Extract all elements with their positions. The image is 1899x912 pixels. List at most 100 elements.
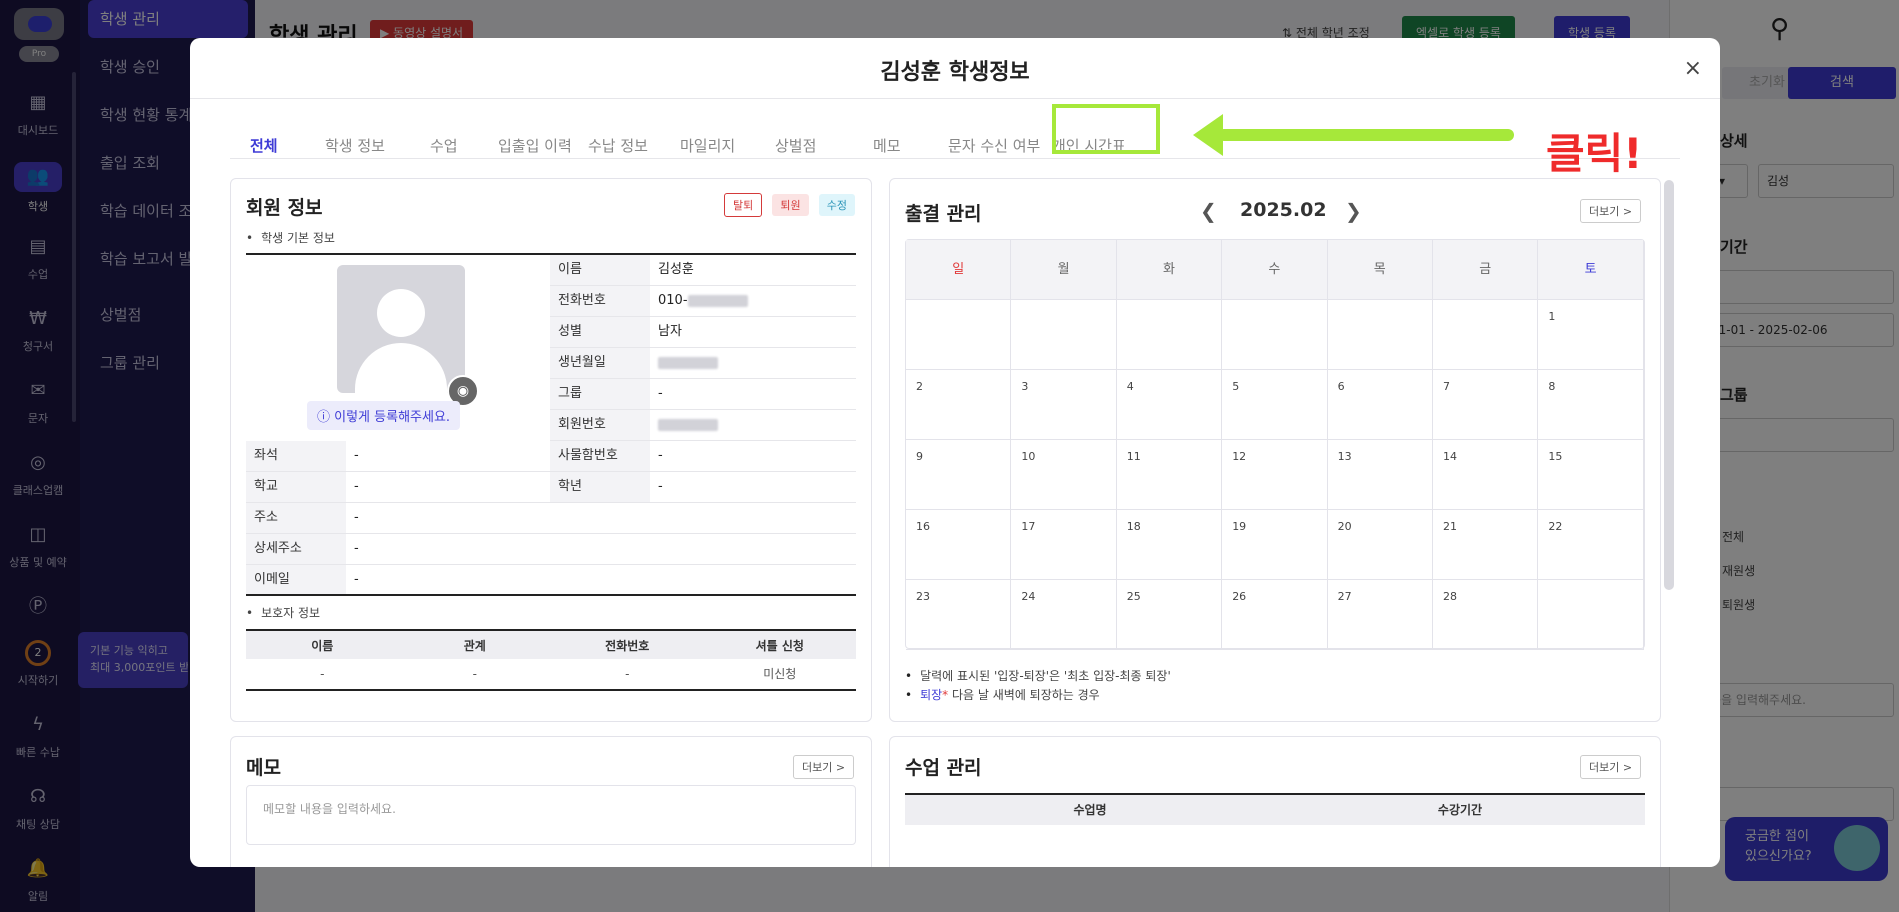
tab-0[interactable]: 전체	[250, 124, 278, 168]
calendar-day[interactable]: 12	[1222, 440, 1328, 510]
calendar-day[interactable]	[1116, 300, 1223, 370]
member-info-card: 회원 정보 탈퇴 퇴원 수정 학생 기본 정보 ◉ ⓘ 이렇게 등록해주세요. …	[230, 178, 872, 722]
guardian-col: 전화번호	[605, 639, 650, 653]
tab-2[interactable]: 수업	[430, 124, 458, 168]
calendar-day[interactable]	[1011, 300, 1117, 370]
click-annotation: 클릭!	[1546, 129, 1643, 178]
register-hint-link[interactable]: ⓘ 이렇게 등록해주세요.	[307, 401, 461, 430]
modal-title: 김성훈 학생정보	[880, 60, 1030, 85]
info-row: 그룹 -	[550, 379, 856, 410]
calendar-day[interactable]: 23	[906, 580, 1012, 650]
info-row: 회원번호	[550, 410, 856, 441]
close-icon[interactable]: ×	[1684, 56, 1702, 81]
calendar-day[interactable]: 7	[1433, 370, 1539, 440]
calendar-day[interactable]: 20	[1327, 510, 1433, 580]
calendar-day[interactable]: 24	[1011, 580, 1117, 650]
leave-button[interactable]: 퇴원	[772, 194, 809, 216]
class-title: 수업 관리	[905, 757, 982, 779]
calendar-day[interactable]: 16	[906, 510, 1012, 580]
calendar-day[interactable]: 28	[1433, 580, 1539, 650]
calendar-day[interactable]: 21	[1433, 510, 1539, 580]
calendar-day[interactable]: 17	[1011, 510, 1117, 580]
class-more-button[interactable]: 더보기 >	[1580, 755, 1642, 779]
calendar-day[interactable]: 14	[1433, 440, 1539, 510]
attendance-more-button[interactable]: 더보기 >	[1580, 199, 1642, 223]
weekday-header: 금	[1433, 240, 1539, 300]
info-row: 학년 -	[550, 472, 856, 503]
tab-8[interactable]: 문자 수신 여부	[948, 124, 1040, 168]
calendar-day[interactable]: 3	[1011, 370, 1117, 440]
calendar-day[interactable]: 13	[1327, 440, 1433, 510]
arrow-shaft	[1218, 129, 1514, 141]
calendar-day[interactable]: 18	[1116, 510, 1223, 580]
redacted-value	[658, 356, 718, 369]
calendar-day[interactable]: 5	[1222, 370, 1328, 440]
student-avatar	[337, 265, 465, 393]
tab-4[interactable]: 수납 정보	[588, 124, 648, 168]
memo-input[interactable]: 메모할 내용을 입력하세요.	[246, 785, 856, 845]
basic-info-heading: 학생 기본 정보	[246, 229, 335, 246]
guardian-cell: 미신청	[763, 667, 797, 681]
table-row: - - - 미신청	[246, 659, 856, 691]
note-1: 달력에 표시된 '입장-퇴장'은 '최초 입장-최종 퇴장'	[905, 667, 1171, 686]
modal-scrollbar[interactable]	[1664, 180, 1674, 590]
calendar-day[interactable]: 1	[1538, 300, 1644, 370]
calendar-day[interactable]	[1222, 300, 1328, 370]
info-value-text: -	[354, 448, 359, 463]
calendar-day[interactable]: 26	[1222, 580, 1328, 650]
chevron-left-icon[interactable]: ❮	[1200, 199, 1217, 223]
info-row: 성별 남자	[550, 317, 856, 348]
info-value: -	[354, 441, 359, 471]
tab-7[interactable]: 메모	[873, 124, 901, 168]
calendar-day[interactable]: 9	[906, 440, 1012, 510]
calendar-day[interactable]: 19	[1222, 510, 1328, 580]
tab-1[interactable]: 학생 정보	[325, 124, 385, 168]
info-label: 주소	[246, 503, 346, 533]
avatar-head	[377, 289, 425, 337]
calendar-day[interactable]: 11	[1116, 440, 1223, 510]
tab-6[interactable]: 상벌점	[775, 124, 816, 168]
note-2: 퇴장* 다음 날 새벽에 퇴장하는 경우	[905, 686, 1171, 705]
info-value-text: -	[354, 479, 359, 494]
info-value: -	[354, 472, 359, 502]
calendar-day[interactable]: 15	[1538, 440, 1644, 510]
info-row: 상세주소 -	[246, 534, 856, 565]
modal-header-divider	[190, 98, 1720, 99]
tab-5[interactable]: 마일리지	[680, 124, 735, 168]
info-label: 생년월일	[550, 348, 650, 378]
edit-button[interactable]: 수정	[818, 194, 855, 216]
memo-card: 메모 더보기 > 메모할 내용을 입력하세요.	[230, 736, 872, 867]
info-row: 주소 -	[246, 503, 856, 534]
weekday-header: 수	[1222, 240, 1328, 300]
weekday-header: 일	[906, 240, 1012, 300]
info-label: 사물함번호	[550, 441, 650, 471]
calendar-day[interactable]: 8	[1538, 370, 1644, 440]
member-actions: 탈퇴 퇴원 수정	[718, 193, 855, 217]
info-value-text: -	[354, 541, 359, 556]
info-row: 사물함번호 -	[550, 441, 856, 472]
calendar-day[interactable]: 22	[1538, 510, 1644, 580]
memo-more-button[interactable]: 더보기 >	[793, 755, 855, 779]
guardian-col: 셔틀 신청	[755, 639, 804, 653]
info-value: 남자	[658, 317, 682, 347]
info-value-text: 김성훈	[658, 262, 694, 277]
calendar-day[interactable]: 10	[1011, 440, 1117, 510]
chevron-right-icon[interactable]: ❯	[1345, 199, 1362, 223]
calendar-day[interactable]	[1433, 300, 1539, 370]
info-label: 성별	[550, 317, 650, 347]
calendar-day[interactable]	[1538, 580, 1644, 650]
tab-3[interactable]: 입출입 이력	[498, 124, 572, 168]
note-2-exit: 퇴장	[920, 688, 943, 702]
calendar-day[interactable]	[1327, 300, 1433, 370]
calendar-day[interactable]	[906, 300, 1012, 370]
guardian-col: 관계	[463, 639, 486, 653]
info-value: -	[354, 534, 359, 564]
withdraw-button[interactable]: 탈퇴	[723, 193, 763, 217]
calendar-day[interactable]: 6	[1327, 370, 1433, 440]
calendar-day[interactable]: 4	[1116, 370, 1223, 440]
calendar-day[interactable]: 25	[1116, 580, 1223, 650]
calendar-day[interactable]: 27	[1327, 580, 1433, 650]
class-col: 수업명	[1073, 803, 1107, 817]
info-value-text: 010-	[658, 293, 688, 308]
calendar-day[interactable]: 2	[906, 370, 1012, 440]
